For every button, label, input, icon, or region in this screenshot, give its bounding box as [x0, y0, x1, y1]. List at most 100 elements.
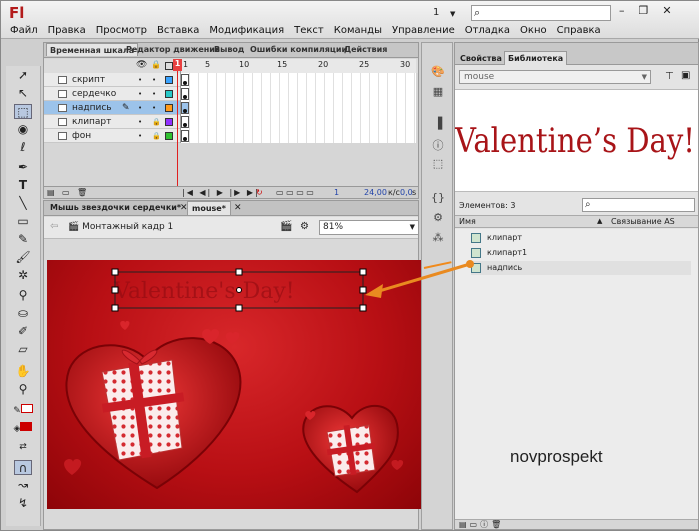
outline-color-icon[interactable]	[165, 76, 173, 84]
back-arrow-icon[interactable]: ⇦	[50, 221, 58, 232]
playback-controls[interactable]: |◀ ◀| ▶ |▶ ▶|	[182, 188, 260, 197]
new-library-icon[interactable]: ▣	[681, 70, 690, 81]
new-folder-icon[interactable]: ▭	[62, 188, 70, 197]
layer-row[interactable]: фон • 🔒	[44, 129, 180, 143]
swap-colors-icon[interactable]: ⇄	[14, 440, 32, 455]
selection-tool-icon[interactable]: ➚	[14, 68, 32, 83]
menu-item[interactable]: Отладка	[460, 25, 515, 36]
keyframe[interactable]	[181, 130, 189, 142]
menu-item[interactable]: Окно	[515, 25, 552, 36]
edit-scene-icon[interactable]: 🎬	[280, 221, 292, 232]
subselection-tool-icon[interactable]: ↖	[14, 86, 32, 101]
help-search-input[interactable]: ⌕	[471, 5, 611, 21]
menu-item[interactable]: Файл	[5, 25, 43, 36]
zoom-select[interactable]: 81% ▼	[319, 220, 419, 235]
tab-motion-editor[interactable]: Редактор движения	[126, 45, 220, 54]
layer-row[interactable]: клипарт • 🔒	[44, 115, 180, 129]
smooth-icon[interactable]: ↝	[14, 478, 32, 493]
close-tab-icon[interactable]: ✕	[230, 201, 246, 215]
visibility-dot-icon[interactable]: •	[138, 101, 142, 115]
keyframe[interactable]	[181, 74, 189, 86]
layer-row[interactable]: надпись ✎ • •	[44, 101, 180, 115]
pin-icon[interactable]: ⊤	[665, 71, 674, 82]
playhead[interactable]: 1	[173, 59, 182, 189]
minimize-button[interactable]: –	[619, 4, 625, 17]
layer-row[interactable]: скрипт • •	[44, 73, 180, 87]
menu-item[interactable]: Команды	[329, 25, 387, 36]
paint-bucket-tool-icon[interactable]: ⛀	[14, 306, 32, 321]
visibility-dot-icon[interactable]: •	[138, 87, 142, 101]
deco-tool-icon[interactable]: ✲	[14, 268, 32, 283]
info-panel-icon[interactable]: ⓘ	[431, 137, 445, 152]
library-item[interactable]: клипарт1	[471, 246, 691, 260]
workspace-dropdown-icon[interactable]: ▼	[450, 10, 455, 18]
tab-properties[interactable]: Свойства	[457, 52, 505, 65]
onion-skin-icons[interactable]: ▭ ▭ ▭ ▭	[276, 188, 314, 197]
tab-timeline[interactable]: Временная шкала	[46, 43, 139, 56]
swatches-panel-icon[interactable]: ▦	[431, 85, 445, 99]
outline-all-icon[interactable]	[165, 62, 173, 70]
color-panel-icon[interactable]: 🎨	[431, 65, 445, 79]
menu-item[interactable]: Справка	[552, 25, 606, 36]
eraser-tool-icon[interactable]: ▱	[14, 342, 32, 357]
menu-item[interactable]: Управление	[387, 25, 460, 36]
snap-to-objects-icon[interactable]: ∩	[14, 460, 32, 475]
text-tool-icon[interactable]: T	[14, 178, 32, 193]
library-footer-icons[interactable]: ▤▭ⓘ🗑	[459, 519, 504, 530]
show-all-icon[interactable]: 👁	[136, 60, 147, 70]
align-panel-icon[interactable]: ▐	[431, 117, 445, 131]
tab-output[interactable]: Вывод	[214, 45, 244, 54]
visibility-dot-icon[interactable]: •	[138, 129, 142, 143]
lock-dot-icon[interactable]: •	[152, 73, 156, 87]
outline-color-icon[interactable]	[165, 118, 173, 126]
menu-item[interactable]: Просмотр	[91, 25, 152, 36]
menu-item[interactable]: Текст	[289, 25, 329, 36]
tab-document-2[interactable]: mouse*	[187, 201, 231, 215]
new-layer-icon[interactable]: ▤	[47, 188, 55, 197]
zoom-tool-icon[interactable]: ⚲	[14, 382, 32, 397]
workspace-number[interactable]: 1	[433, 7, 439, 18]
layer-row[interactable]: сердечко • •	[44, 87, 180, 101]
bone-tool-icon[interactable]: ⚲	[14, 288, 32, 303]
stage-text[interactable]: Valentine's Day!	[113, 279, 295, 304]
menu-item[interactable]: Вставка	[152, 25, 204, 36]
sort-icon[interactable]: ▲	[597, 217, 602, 225]
lock-all-icon[interactable]: 🔒	[151, 60, 161, 69]
components-icon[interactable]: ⚙	[431, 211, 445, 225]
pen-tool-icon[interactable]: ✒	[14, 160, 32, 175]
fill-color-icon[interactable]: ◈	[10, 422, 36, 437]
keyframe[interactable]	[181, 116, 189, 128]
close-button[interactable]: ✕	[662, 4, 671, 17]
library-item[interactable]: надпись	[471, 261, 691, 275]
outline-color-icon[interactable]	[165, 132, 173, 140]
lasso-tool-icon[interactable]: ℓ	[14, 140, 32, 155]
motion-presets-icon[interactable]: ⁂	[431, 231, 445, 245]
library-item[interactable]: клипарт	[471, 231, 691, 245]
lock-dot-icon[interactable]: •	[152, 87, 156, 101]
frame-ruler[interactable]: 15101520253035	[180, 59, 451, 73]
menu-item[interactable]: Модификация	[204, 25, 289, 36]
keyframe[interactable]	[181, 102, 189, 114]
tab-document-1[interactable]: Мышь звездочки сердечки*	[46, 201, 185, 214]
tab-actions[interactable]: Действия	[344, 45, 387, 54]
restore-button[interactable]: ❐	[639, 4, 649, 17]
frame-grid[interactable]	[180, 73, 416, 143]
keyframe[interactable]	[181, 88, 189, 100]
outline-color-icon[interactable]	[165, 90, 173, 98]
free-transform-tool-icon[interactable]: ⬚	[14, 104, 32, 119]
scene-name[interactable]: 🎬 Монтажный кадр 1	[68, 222, 173, 232]
pencil-tool-icon[interactable]: ✎	[14, 232, 32, 247]
library-search-input[interactable]: ⌕	[582, 198, 695, 212]
loop-icon[interactable]: ↻	[256, 188, 263, 197]
lock-dot-icon[interactable]: •	[152, 101, 156, 115]
eyedropper-tool-icon[interactable]: ✐	[14, 324, 32, 339]
outline-color-icon[interactable]	[165, 104, 173, 112]
brush-tool-icon[interactable]: 🖌	[14, 250, 32, 265]
library-document-select[interactable]: mouse ▼	[459, 70, 651, 84]
tab-compiler-errors[interactable]: Ошибки компиляции	[250, 45, 347, 54]
straighten-icon[interactable]: ↯	[14, 496, 32, 511]
column-linkage[interactable]: Связывание AS	[611, 217, 675, 226]
transform-panel-icon[interactable]: ⬚	[431, 157, 445, 171]
stroke-color-icon[interactable]: ✎	[10, 404, 36, 419]
delete-layer-icon[interactable]: 🗑	[77, 188, 87, 197]
